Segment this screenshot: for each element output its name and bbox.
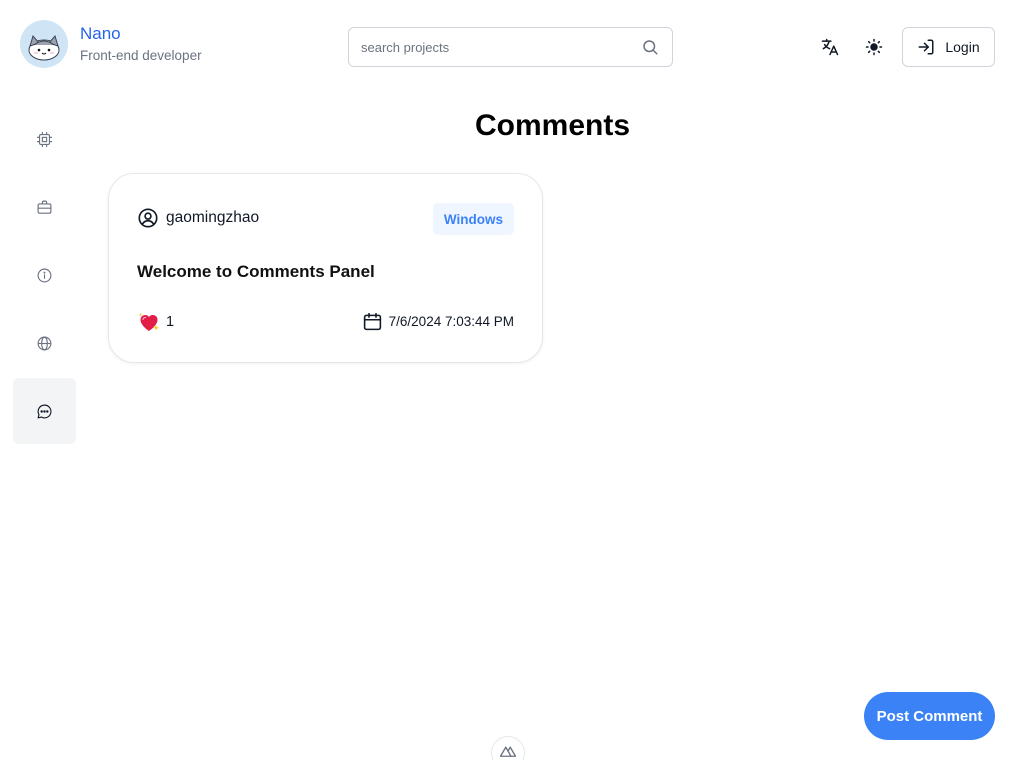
briefcase-icon (37, 200, 52, 214)
brand[interactable]: Nano Front-end developer (20, 20, 202, 68)
sidebar (13, 106, 76, 446)
search-icon[interactable] (640, 37, 660, 57)
sidebar-item-about[interactable] (13, 242, 76, 308)
login-icon (918, 39, 934, 55)
search-input[interactable] (361, 39, 640, 55)
user-circle-icon (138, 208, 158, 228)
chat-bubble-icon (37, 404, 52, 418)
comment-date-text: 7/6/2024 7:03:44 PM (388, 314, 514, 329)
comment-date: 7/6/2024 7:03:44 PM (362, 311, 514, 332)
like-count: 1 (166, 314, 175, 330)
sun-icon (865, 38, 883, 56)
page-title: Comments (474, 109, 631, 142)
language-button[interactable] (816, 33, 844, 61)
comment-author: gaomingzhao (137, 207, 259, 229)
like-button[interactable]: 1 (137, 310, 174, 334)
calendar-icon (363, 312, 381, 331)
nuxt-logo-icon (499, 746, 517, 757)
header: Nano Front-end developer search projects… (0, 0, 1015, 94)
comment-card[interactable]: gaomingzhao Windows Welcome to Comments … (108, 173, 543, 363)
post-comment-button[interactable]: Post Comment (864, 692, 995, 740)
cat-avatar-icon (28, 34, 60, 61)
theme-toggle-button[interactable] (860, 33, 888, 61)
sidebar-item-comments[interactable] (13, 378, 76, 444)
sidebar-item-projects[interactable] (13, 106, 76, 172)
comment-title: Welcome to Comments Panel (137, 262, 375, 281)
login-label: Login (945, 39, 980, 55)
login-button[interactable]: Login (902, 27, 995, 67)
translate-icon (821, 38, 839, 56)
comment-author-name: gaomingzhao (166, 209, 260, 226)
globe-icon (37, 336, 52, 350)
page: Nano Front-end developer search projects… (0, 0, 1015, 760)
avatar (20, 20, 68, 68)
info-icon (37, 268, 52, 282)
brand-subtitle: Front-end developer (80, 48, 202, 63)
sidebar-item-links[interactable] (13, 310, 76, 376)
cpu-chip-icon (36, 131, 53, 147)
brand-name: Nano (80, 24, 121, 43)
sidebar-item-work[interactable] (13, 174, 76, 240)
search-box (348, 27, 673, 67)
nuxt-badge[interactable] (491, 736, 525, 760)
sparkling-heart-icon (138, 313, 159, 331)
platform-badge: Windows (432, 203, 514, 235)
